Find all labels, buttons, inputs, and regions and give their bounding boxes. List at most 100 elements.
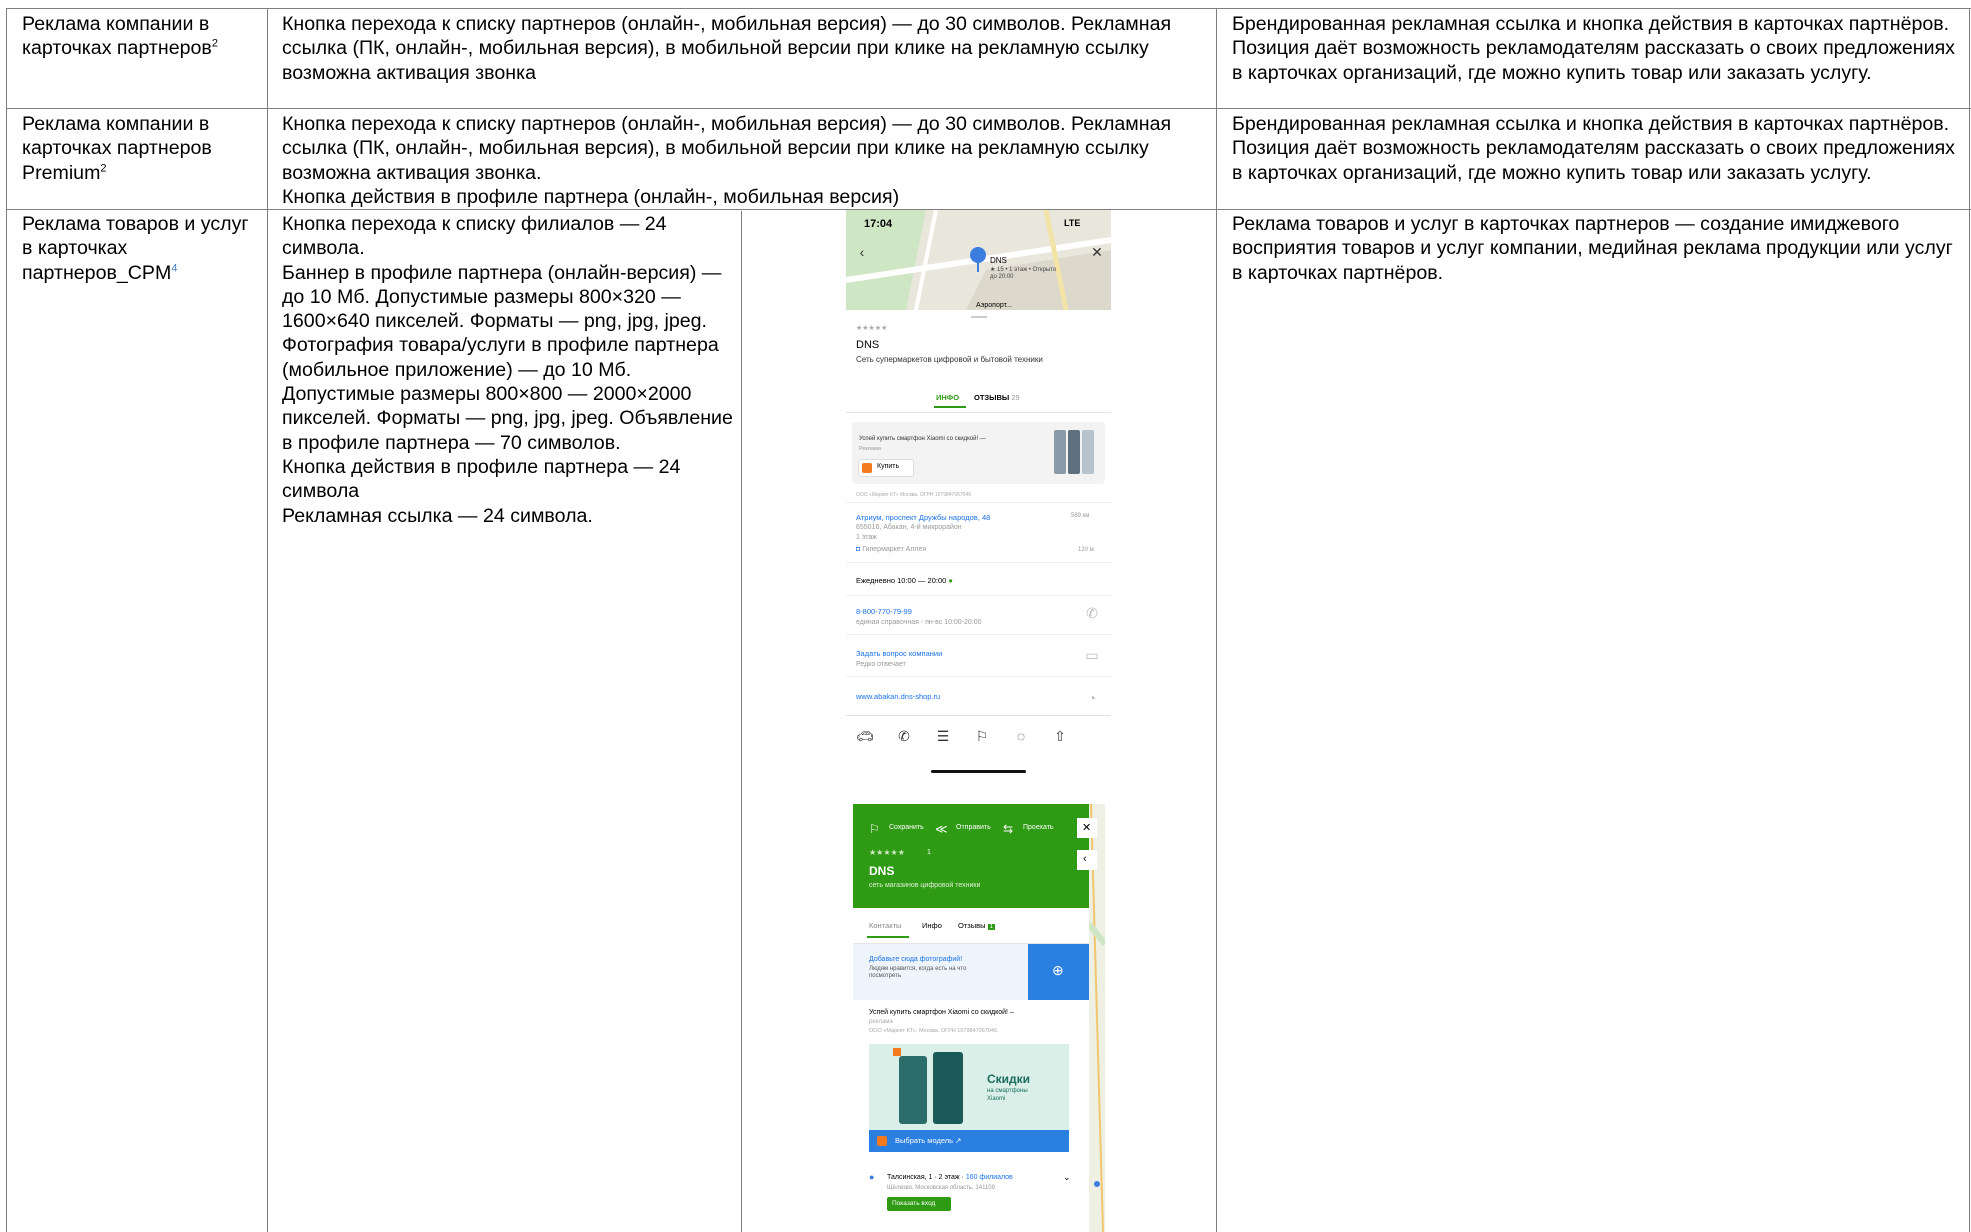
landmark: ◘ Гипермаркет Аллея (856, 546, 926, 553)
show-entrance-label: Показать вход (892, 1200, 936, 1207)
phone-note: единая справочная - пн-вс 10:00-20:00 (856, 619, 982, 626)
company-description: Сеть супермаркетов цифровой и бытовой те… (856, 355, 1043, 364)
ad-format-requirements: Кнопка перехода к списку филиалов — 24 с… (282, 213, 733, 527)
upload-photo-button[interactable]: ⊕ (1028, 944, 1089, 1000)
tab-reviews[interactable]: ОТЗЫВЫ 29 (974, 393, 1020, 402)
map-street-label: Аэропорт... (976, 302, 1012, 309)
route-button[interactable]: Проехать (1023, 824, 1054, 831)
column-divider (267, 8, 268, 1232)
ask-note: Редко отвечает (856, 661, 906, 668)
drag-handle[interactable] (971, 316, 987, 318)
ad-label: Реклама (859, 446, 882, 452)
tab-reviews[interactable]: Отзывы 1 (958, 921, 995, 930)
close-icon[interactable]: ✕ (1089, 244, 1105, 260)
globe-icon: ◔ (1087, 690, 1097, 706)
promo-banner[interactable]: Скидки на смартфоны Xiaomi (869, 1044, 1069, 1130)
phone-link[interactable]: 8-800-770-79-99 (856, 607, 912, 616)
share-icon[interactable]: ⇧ (1049, 725, 1071, 747)
ad-format-description: Брендированная рекламная ссылка и кнопка… (1232, 13, 1955, 84)
map-pin-detail: до 20:00 (990, 274, 1014, 280)
mi-logo-icon (862, 463, 872, 473)
choose-model-label: Выбрать модель ↗ (895, 1136, 962, 1145)
company-name: DNS (856, 339, 880, 351)
address-link[interactable]: Атриум, проспект Дружбы народов, 48 (856, 513, 990, 522)
tab-contacts[interactable]: Контакты (869, 921, 901, 930)
phones-image (893, 1048, 963, 1124)
address-line: 655016, Абакан, 4-й микрорайон (856, 524, 962, 531)
reviews-count-badge: 1 (987, 924, 995, 930)
location-pin-icon: ● (869, 1172, 875, 1182)
chat-icon[interactable]: ◌ (1010, 725, 1032, 747)
mi-logo-icon (877, 1136, 887, 1146)
close-button[interactable]: ✕ (1077, 818, 1097, 838)
tab-info[interactable]: ИНФО (936, 393, 959, 402)
website-link[interactable]: www.abakan.dns-shop.ru (856, 692, 940, 701)
ask-question-link[interactable]: Задать вопрос компании (856, 649, 942, 658)
divider (846, 634, 1111, 635)
chevron-down-icon[interactable]: ⌄ (1063, 1172, 1071, 1183)
footnote-ref: 2 (100, 162, 107, 175)
footnote-ref: 4 (171, 262, 178, 275)
divider (846, 715, 1111, 716)
phone-icon[interactable]: ✆ (893, 725, 915, 747)
car-icon[interactable]: 🚗︎ (854, 725, 876, 747)
close-icon: ✕ (1082, 822, 1092, 834)
branch-address: Талсинская, 1 · 2 этаж · 160 филиалов (887, 1174, 1013, 1181)
home-indicator (931, 770, 1026, 773)
banner-subtitle: Xiaomi (987, 1096, 1006, 1102)
active-tab-indicator (867, 936, 909, 938)
send-button[interactable]: Отправить (956, 824, 991, 831)
landmark-label: Гипермаркет Аллея (862, 546, 927, 553)
chat-bubble-icon[interactable]: ▭ (1085, 647, 1098, 663)
tab-info[interactable]: Инфо (922, 921, 942, 930)
opening-hours-label: Ежедневно 10:00 — 20:00 (856, 576, 947, 585)
web-card-screenshot: ⚐ Сохранить ≪ Отправить ⇆ Проехать ✕ ‹ ★… (853, 804, 1105, 1232)
route-icon[interactable]: ⇆ (1003, 822, 1013, 836)
address-line: 1 этаж (856, 534, 877, 541)
save-button[interactable]: Сохранить (889, 824, 924, 831)
bookmark-icon[interactable]: ⚐ (971, 725, 993, 747)
address-city: Щёлково, Московская область, 141109 (887, 1185, 995, 1191)
call-icon[interactable]: ✆ (1086, 605, 1098, 621)
ad-label: реклама (869, 1019, 893, 1025)
map-area: 17:04 LTE ‹ ✕ DNS ★ 15 • 1 этаж • Открыт… (846, 210, 1111, 310)
menu-icon[interactable]: ☰ (932, 725, 954, 747)
ad-legal-note: ООО «Маркет КТ» Москва. ОГРН 10798470670… (856, 492, 972, 498)
landmark-pin-icon: ◘ (856, 546, 861, 553)
table-border-right (1969, 8, 1970, 1232)
mobile-app-screenshot: 17:04 LTE ‹ ✕ DNS ★ 15 • 1 этаж • Открыт… (846, 210, 1111, 785)
show-entrance-button[interactable]: Показать вход (887, 1197, 951, 1211)
landmark-distance: 120 м (1078, 547, 1094, 553)
ad-format-title: Реклама компании в карточках партнеров (22, 13, 212, 60)
ad-text: Успей купить смартфон Xiaomi со скидкой!… (859, 436, 986, 442)
address-text: Талсинская, 1 · 2 этаж · (887, 1174, 964, 1181)
column-divider (1216, 8, 1217, 1232)
ad-format-title: Реклама товаров и услуг в карточках парт… (22, 213, 249, 284)
ad-text: Успей купить смартфон Xiaomi со скидкой!… (869, 1009, 1014, 1016)
footnote-ref: 2 (211, 37, 218, 50)
divider (846, 502, 1111, 503)
banner-subtitle: на смартфоны (987, 1088, 1028, 1094)
choose-model-button[interactable]: Выбрать модель ↗ (869, 1130, 1069, 1152)
back-icon[interactable]: ‹ (854, 244, 870, 260)
status-time: 17:04 (864, 218, 893, 230)
active-tab-indicator (934, 406, 966, 408)
map-pin-label: DNS (990, 256, 1007, 265)
banner-title: Скидки (987, 1072, 1031, 1086)
phone-product-image (1054, 430, 1094, 474)
status-network: LTE (1064, 218, 1081, 228)
company-name: DNS (869, 864, 895, 878)
map-pin-detail: ★ 15 • 1 этаж • Открыто (990, 267, 1057, 273)
column-divider (741, 211, 742, 1232)
save-icon[interactable]: ⚐ (869, 822, 880, 836)
buy-button[interactable]: Купить (858, 459, 914, 477)
share-icon[interactable]: ≪ (935, 822, 948, 836)
row-divider (6, 108, 1971, 109)
table-row: Реклама компании в карточках партнеров P… (22, 112, 257, 185)
rating-stars: ★★★★★ (869, 848, 905, 857)
rating-stars: ★★★★★ (856, 325, 888, 332)
collapse-button[interactable]: ‹ (1077, 850, 1097, 870)
branches-link[interactable]: 160 филиалов (966, 1174, 1013, 1181)
add-photo-link[interactable]: Добавьте сюда фотографий! (869, 956, 962, 963)
divider (846, 562, 1111, 563)
